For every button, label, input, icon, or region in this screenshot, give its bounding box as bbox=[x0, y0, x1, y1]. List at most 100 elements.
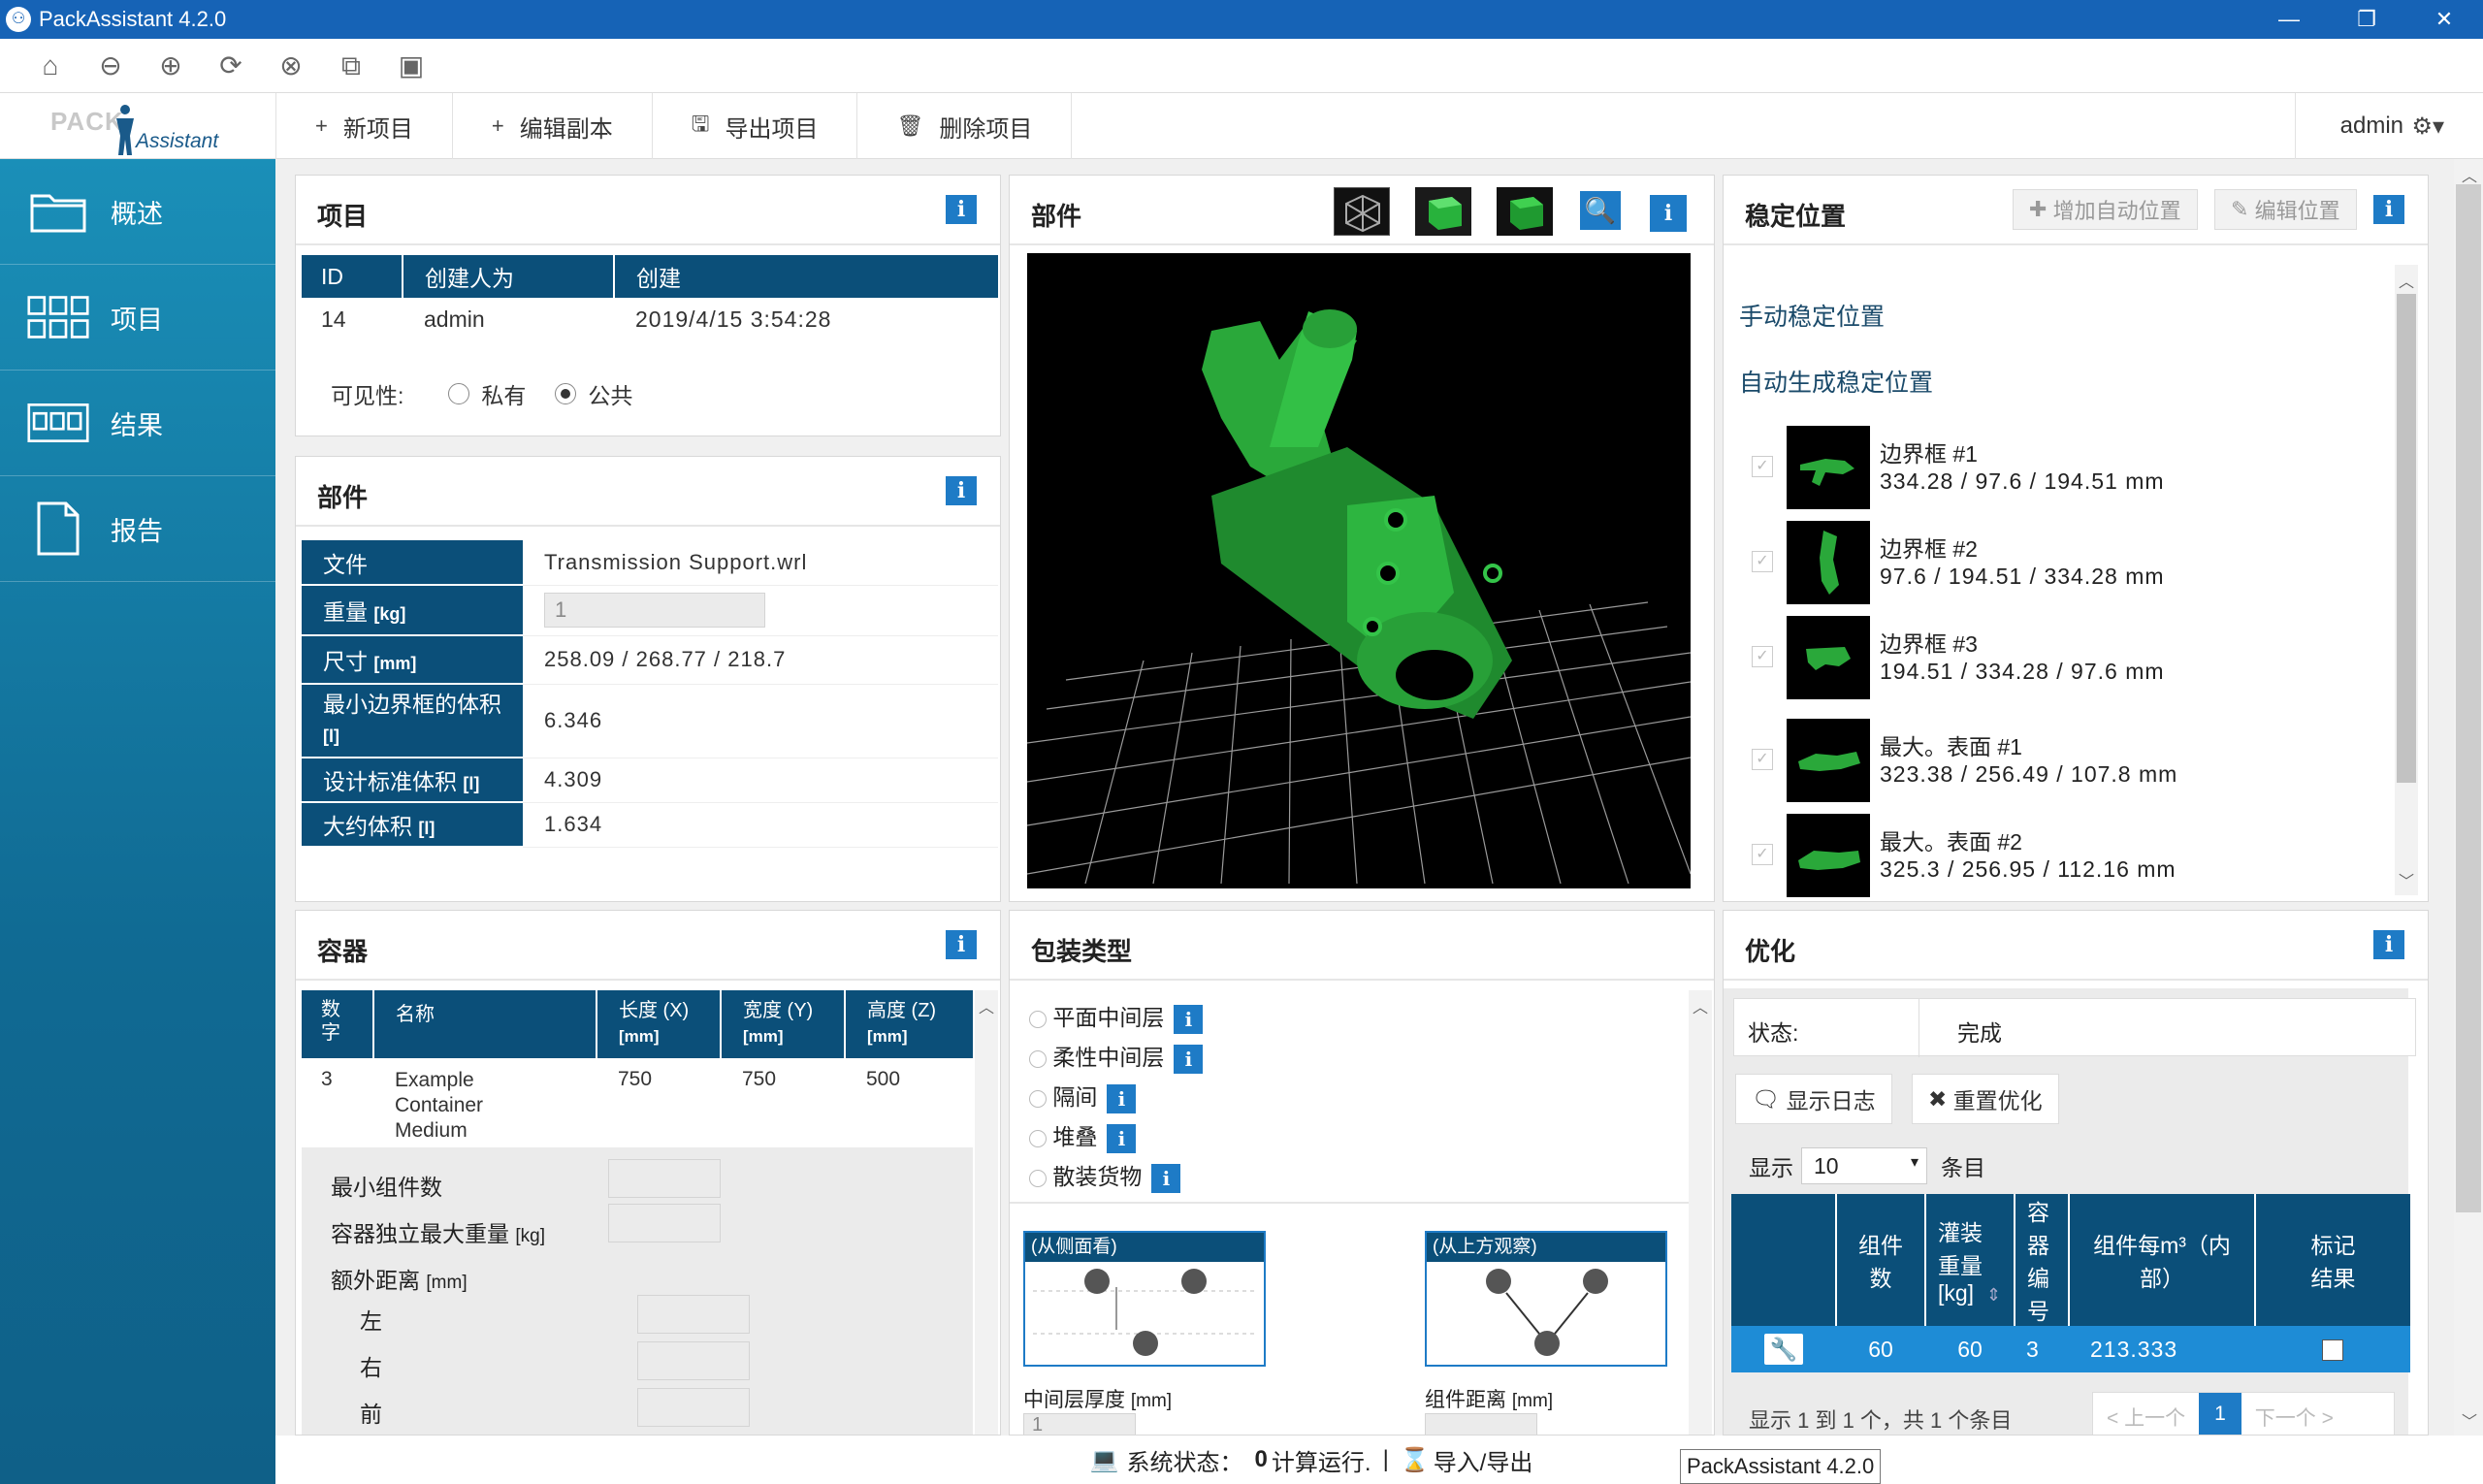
packing-option-flex-layer[interactable]: 柔性中间层 i bbox=[1029, 1038, 1204, 1078]
app-header: PACK Assistant + 新项目 + 编辑副本 🖫 导出项目 🗑 删除项目 ad… bbox=[0, 93, 2483, 159]
export-project-button[interactable]: 🖫 导出项目 bbox=[651, 93, 857, 159]
info-icon[interactable]: i bbox=[1107, 1123, 1137, 1153]
packing-options: 平面中间层 i 柔性中间层 i 隔间 i 堆叠 i 散装货物 i bbox=[1029, 998, 1204, 1197]
page-1-button[interactable]: 1 bbox=[2199, 1393, 2241, 1435]
prev-page-button[interactable]: < 上一个 bbox=[2093, 1393, 2199, 1435]
logo-figure-icon bbox=[116, 105, 134, 155]
new-project-button[interactable]: + 新项目 bbox=[275, 93, 452, 159]
column-header-per-m3[interactable]: 组件每m³（内部） bbox=[2069, 1194, 2256, 1326]
forward-icon[interactable]: ⊕ bbox=[155, 50, 186, 81]
right-distance-input[interactable] bbox=[637, 1341, 750, 1380]
column-header-mark[interactable]: 标记结果 bbox=[2255, 1194, 2410, 1326]
close-button[interactable]: ✕ bbox=[2405, 0, 2483, 39]
stop-icon[interactable]: ⊗ bbox=[275, 50, 306, 81]
max-weight-input[interactable] bbox=[608, 1204, 721, 1242]
info-icon[interactable]: i bbox=[1174, 1004, 1204, 1034]
packing-option-compartment[interactable]: 隔间 i bbox=[1029, 1078, 1203, 1117]
optimization-info-button[interactable]: i bbox=[2373, 930, 2404, 959]
sidebar-item-results[interactable]: 结果 bbox=[0, 371, 275, 476]
table-row[interactable]: 3 Example Container Medium 750 750 500 bbox=[302, 1058, 973, 1147]
chevron-down-icon: ▾ bbox=[1910, 1154, 1919, 1171]
container-scrollbar[interactable]: ︿ bbox=[975, 990, 998, 1435]
list-item[interactable]: 最大。表面 #2 325.3 / 256.95 / 112.16 mm bbox=[1787, 814, 2374, 901]
computer-icon: 💻 bbox=[1089, 1446, 1119, 1473]
results-icon bbox=[27, 399, 89, 447]
gear-icon[interactable]: ⚙▾ bbox=[2411, 113, 2444, 141]
edit-position-button[interactable]: ✎ 编辑位置 bbox=[2214, 189, 2357, 230]
3d-viewport[interactable] bbox=[1027, 253, 1691, 888]
file-value: Transmission Support.wrl bbox=[523, 540, 998, 586]
back-icon[interactable]: ⊖ bbox=[95, 50, 126, 81]
list-item[interactable]: 边界框 #3 194.51 / 334.28 / 97.6 mm bbox=[1787, 616, 2374, 701]
packing-option-bulk[interactable]: 散装货物 i bbox=[1029, 1157, 1203, 1197]
column-header-parts[interactable]: 组件数 bbox=[1836, 1194, 1926, 1326]
pagination: < 上一个 1 下一个 > bbox=[2092, 1392, 2395, 1435]
wrench-icon[interactable]: 🔧 bbox=[1764, 1334, 1803, 1365]
stable-checkbox[interactable]: ✓ bbox=[1752, 456, 1773, 477]
column-header-width: 宽度 (Y) [mm] bbox=[721, 990, 846, 1058]
sidebar-item-report[interactable]: 报告 bbox=[0, 476, 275, 582]
stable-checkbox[interactable]: ✓ bbox=[1752, 749, 1773, 770]
packing-scrollbar[interactable]: ︿ bbox=[1689, 990, 1712, 1435]
part-distance-input[interactable] bbox=[1425, 1413, 1537, 1435]
mark-result-checkbox[interactable] bbox=[2322, 1339, 2343, 1362]
container-number: 3 bbox=[321, 1068, 333, 1090]
copy-icon[interactable]: ⧉ bbox=[336, 50, 367, 81]
stable-checkbox[interactable]: ✓ bbox=[1752, 844, 1773, 865]
page-size-select[interactable]: 10 ▾ bbox=[1801, 1147, 1927, 1184]
page-scrollbar[interactable]: ︿ ﹀ bbox=[2454, 159, 2483, 1436]
show-log-button[interactable]: 🗨 显示日志 bbox=[1735, 1074, 1892, 1124]
layer-thickness-input[interactable]: 1 bbox=[1023, 1413, 1136, 1435]
left-distance-input[interactable] bbox=[637, 1295, 750, 1334]
sidebar-item-overview[interactable]: 概述 bbox=[0, 159, 275, 265]
column-header-weight[interactable]: 灌装重量 [kg] ⇕ bbox=[1925, 1194, 2015, 1326]
list-item[interactable]: 最大。表面 #1 323.38 / 256.49 / 107.8 mm bbox=[1787, 719, 2374, 804]
container-length: 750 bbox=[618, 1068, 653, 1090]
stable-info-button[interactable]: i bbox=[2373, 195, 2404, 224]
front-distance-input[interactable] bbox=[637, 1388, 750, 1427]
stable-item-dims: 194.51 / 334.28 / 97.6 mm bbox=[1880, 659, 2165, 684]
project-info-button[interactable]: i bbox=[946, 195, 977, 224]
public-radio[interactable] bbox=[555, 383, 577, 404]
viewer-info-button[interactable]: i bbox=[1650, 195, 1687, 232]
private-radio[interactable] bbox=[448, 383, 470, 404]
stable-scrollbar[interactable]: ︿ ﹀ bbox=[2395, 265, 2418, 895]
part-model-render bbox=[1027, 309, 1691, 885]
min-parts-input[interactable] bbox=[608, 1159, 721, 1198]
list-item[interactable]: 边界框 #1 334.28 / 97.6 / 194.51 mm bbox=[1787, 426, 2374, 511]
reset-optimization-button[interactable]: ✖ 重置优化 bbox=[1912, 1074, 2059, 1124]
stable-checkbox[interactable]: ✓ bbox=[1752, 551, 1773, 572]
result-per-m3: 213.333 bbox=[2090, 1336, 2178, 1362]
column-header-container-no[interactable]: 容器编号 bbox=[2015, 1194, 2070, 1326]
home-icon[interactable]: ⌂ bbox=[35, 50, 66, 81]
table-row[interactable]: 🔧 60 60 3 213.333 bbox=[1731, 1326, 2410, 1372]
minimize-button[interactable]: — bbox=[2250, 0, 2328, 39]
info-icon[interactable]: i bbox=[1174, 1044, 1204, 1074]
shaded-view-icon[interactable] bbox=[1497, 187, 1553, 236]
comment-icon: 🗨 bbox=[1752, 1085, 1781, 1112]
project-table: ID 创建人为 创建 14 admin 2019/4/15 3:54:28 bbox=[302, 255, 998, 340]
refresh-icon[interactable]: ⟳ bbox=[215, 50, 246, 81]
edit-copy-button[interactable]: + 编辑副本 bbox=[451, 93, 652, 159]
restore-button[interactable]: ❐ bbox=[2328, 0, 2405, 39]
top-view-diagram: (从上方观察) bbox=[1425, 1231, 1667, 1367]
user-menu[interactable]: admin ⚙▾ bbox=[2294, 93, 2483, 159]
stable-checkbox[interactable]: ✓ bbox=[1752, 646, 1773, 667]
packing-option-flat-layer[interactable]: 平面中间层 i bbox=[1029, 998, 1204, 1038]
part-info-button[interactable]: i bbox=[946, 476, 977, 505]
paste-icon[interactable]: ▣ bbox=[396, 50, 427, 81]
wireframe-view-icon[interactable] bbox=[1334, 187, 1390, 236]
add-auto-position-button[interactable]: ✚ 增加自动位置 bbox=[2013, 189, 2198, 230]
delete-project-button[interactable]: 🗑 删除项目 bbox=[856, 93, 1073, 159]
next-page-button[interactable]: 下一个 > bbox=[2241, 1393, 2347, 1435]
container-info-button[interactable]: i bbox=[946, 930, 977, 959]
zoom-icon[interactable]: 🔍 bbox=[1580, 191, 1621, 230]
weight-input[interactable]: 1 bbox=[544, 593, 765, 628]
info-icon[interactable]: i bbox=[1107, 1083, 1137, 1113]
sidebar-item-project[interactable]: 项目 bbox=[0, 265, 275, 371]
packing-option-stack[interactable]: 堆叠 i bbox=[1029, 1117, 1203, 1157]
design-volume-label: 设计标准体积 [l] bbox=[302, 758, 523, 803]
solid-view-icon[interactable] bbox=[1415, 187, 1471, 236]
list-item[interactable]: 边界框 #2 97.6 / 194.51 / 334.28 mm bbox=[1787, 521, 2374, 606]
info-icon[interactable]: i bbox=[1151, 1163, 1181, 1193]
